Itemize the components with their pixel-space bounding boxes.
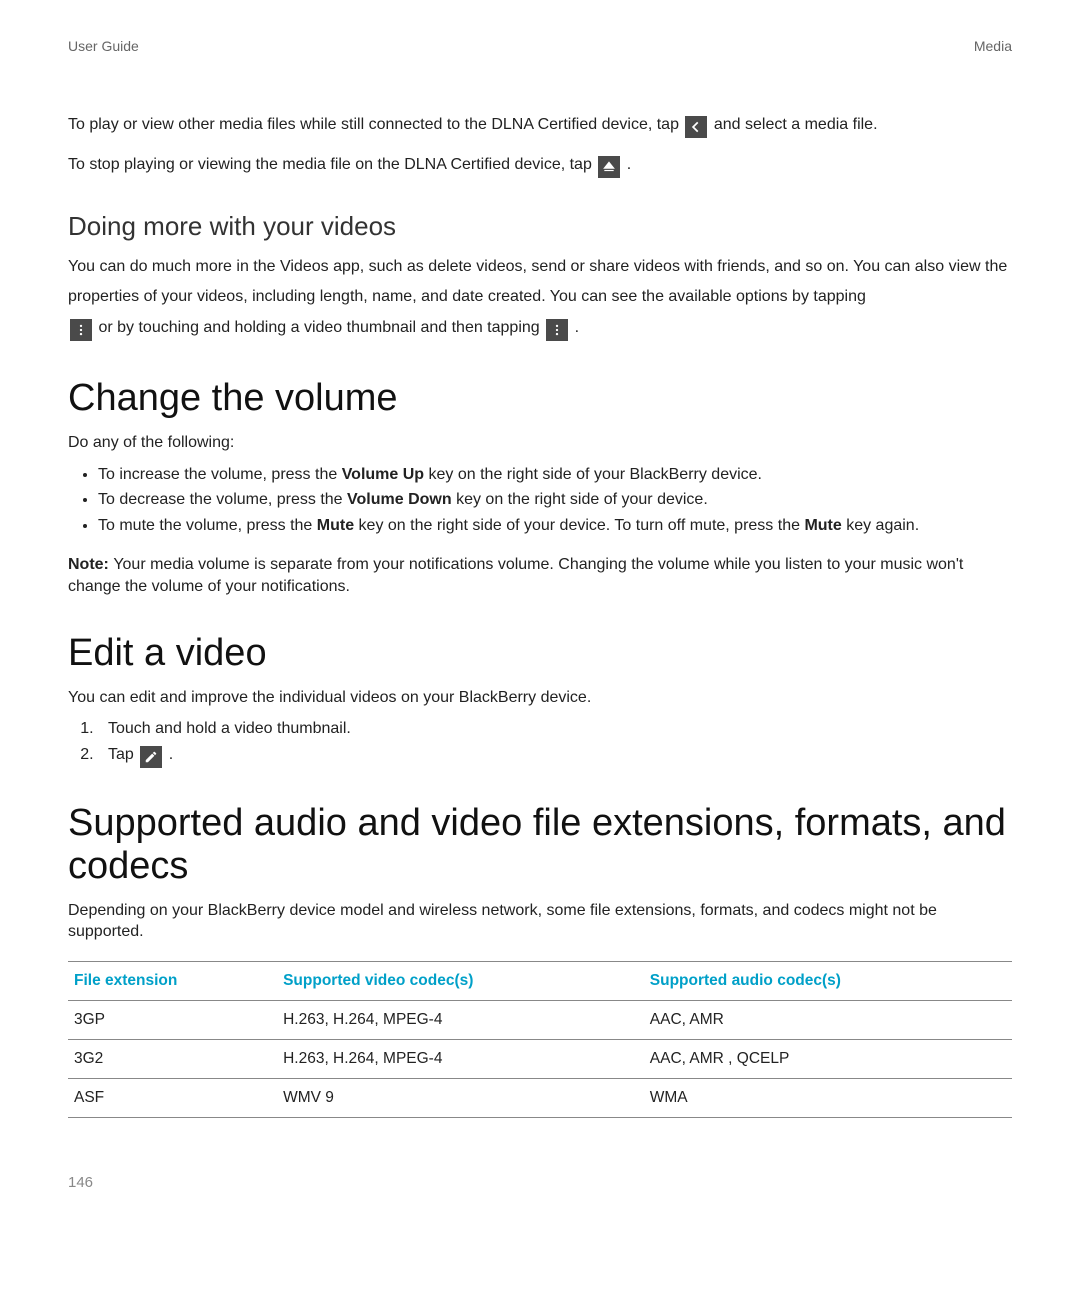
table-header: Supported audio codec(s) xyxy=(644,961,1012,1000)
change-volume-list: To increase the volume, press the Volume… xyxy=(68,464,1012,537)
table-cell: WMV 9 xyxy=(277,1078,644,1117)
bold-text: Volume Up xyxy=(342,466,424,483)
overflow-menu-icon xyxy=(70,319,92,341)
table-cell: AAC, AMR xyxy=(644,1000,1012,1039)
table-cell: H.263, H.264, MPEG-4 xyxy=(277,1000,644,1039)
page-number: 146 xyxy=(68,1174,1012,1191)
text: To decrease the volume, press the xyxy=(98,491,347,508)
list-item: Touch and hold a video thumbnail. xyxy=(98,718,1012,740)
stop-cast-icon xyxy=(598,156,620,178)
text: key on the right side of your device. To… xyxy=(354,517,804,534)
edit-video-steps: Touch and hold a video thumbnail. Tap . xyxy=(68,718,1012,768)
table-header: Supported video codec(s) xyxy=(277,961,644,1000)
running-header: User Guide Media xyxy=(68,38,1012,54)
bold-text: Mute xyxy=(317,517,354,534)
text: . xyxy=(627,156,631,173)
text: key again. xyxy=(842,517,919,534)
codec-table: File extension Supported video codec(s) … xyxy=(68,961,1012,1118)
change-volume-note: Note: Your media volume is separate from… xyxy=(68,554,1012,597)
text: You can do much more in the Videos app, … xyxy=(68,258,1007,305)
table-row: 3G2 H.263, H.264, MPEG-4 AAC, AMR , QCEL… xyxy=(68,1039,1012,1078)
overflow-menu-icon xyxy=(546,319,568,341)
table-cell: ASF xyxy=(68,1078,277,1117)
table-row: 3GP H.263, H.264, MPEG-4 AAC, AMR xyxy=(68,1000,1012,1039)
text: Touch and hold a video thumbnail. xyxy=(108,720,351,737)
text: key on the right side of your device. xyxy=(452,491,708,508)
table-header-row: File extension Supported video codec(s) … xyxy=(68,961,1012,1000)
intro-line-1: To play or view other media files while … xyxy=(68,110,1012,140)
text: To play or view other media files while … xyxy=(68,116,683,133)
supported-lead: Depending on your BlackBerry device mode… xyxy=(68,900,1012,943)
text: . xyxy=(169,746,173,763)
note-label: Note: xyxy=(68,556,113,573)
table-cell: AAC, AMR , QCELP xyxy=(644,1039,1012,1078)
bold-text: Mute xyxy=(804,517,841,534)
table-cell: 3G2 xyxy=(68,1039,277,1078)
heading-supported-codecs: Supported audio and video file extension… xyxy=(68,802,1012,888)
intro-line-2: To stop playing or viewing the media fil… xyxy=(68,150,1012,180)
document-page: User Guide Media To play or view other m… xyxy=(0,0,1080,1221)
header-left: User Guide xyxy=(68,38,139,54)
note-text: Your media volume is separate from your … xyxy=(68,556,963,595)
bold-text: Volume Down xyxy=(347,491,452,508)
text: and select a media file. xyxy=(714,116,878,133)
doing-more-body: You can do much more in the Videos app, … xyxy=(68,252,1012,343)
table-cell: H.263, H.264, MPEG-4 xyxy=(277,1039,644,1078)
table-cell: WMA xyxy=(644,1078,1012,1117)
text: To increase the volume, press the xyxy=(98,466,342,483)
list-item: Tap . xyxy=(98,744,1012,768)
text: To stop playing or viewing the media fil… xyxy=(68,156,596,173)
heading-edit-video: Edit a video xyxy=(68,632,1012,675)
table-row: ASF WMV 9 WMA xyxy=(68,1078,1012,1117)
text: Tap xyxy=(108,746,138,763)
list-item: To increase the volume, press the Volume… xyxy=(98,464,1012,486)
edit-video-lead: You can edit and improve the individual … xyxy=(68,687,1012,709)
heading-doing-more: Doing more with your videos xyxy=(68,211,1012,242)
text: . xyxy=(575,319,579,336)
back-icon xyxy=(685,116,707,138)
list-item: To mute the volume, press the Mute key o… xyxy=(98,515,1012,537)
change-volume-lead: Do any of the following: xyxy=(68,432,1012,454)
heading-change-volume: Change the volume xyxy=(68,377,1012,420)
edit-pencil-icon xyxy=(140,746,162,768)
header-right: Media xyxy=(974,38,1012,54)
text: To mute the volume, press the xyxy=(98,517,317,534)
text: key on the right side of your BlackBerry… xyxy=(424,466,762,483)
table-header: File extension xyxy=(68,961,277,1000)
list-item: To decrease the volume, press the Volume… xyxy=(98,489,1012,511)
table-cell: 3GP xyxy=(68,1000,277,1039)
text: or by touching and holding a video thumb… xyxy=(98,319,544,336)
